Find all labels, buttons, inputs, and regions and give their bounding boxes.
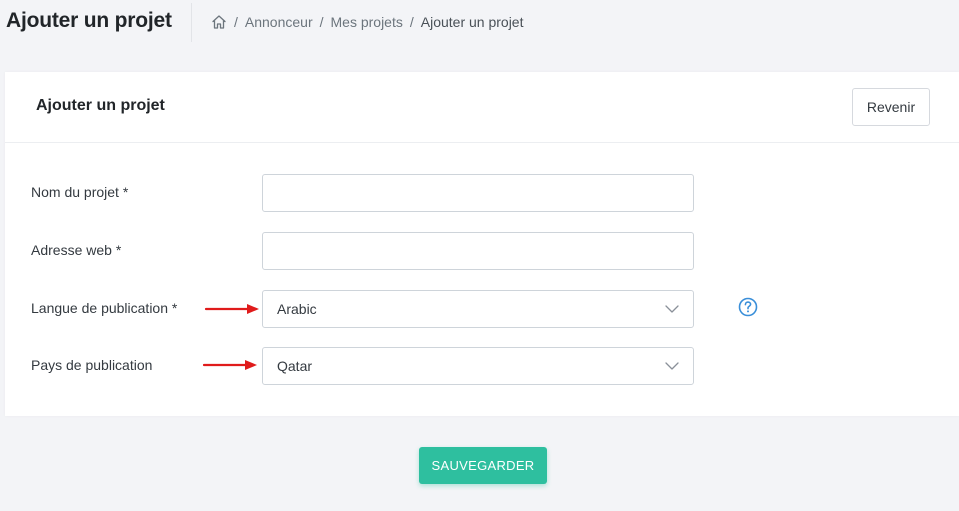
breadcrumb-separator: /: [234, 14, 238, 30]
home-icon[interactable]: [211, 14, 227, 30]
country-select-value: Qatar: [277, 358, 313, 374]
project-name-input[interactable]: [262, 174, 694, 212]
breadcrumb: / Annonceur / Mes projets / Ajouter un p…: [211, 14, 523, 30]
project-name-label: Nom du projet *: [31, 184, 129, 200]
website-label: Adresse web *: [31, 242, 122, 258]
card-title: Ajouter un projet: [36, 97, 165, 114]
card-header: Ajouter un projet Revenir: [5, 72, 959, 143]
breadcrumb-item-annonceur[interactable]: Annonceur: [245, 14, 313, 30]
chevron-down-icon: [665, 305, 679, 313]
breadcrumb-item-current: Ajouter un projet: [420, 14, 524, 30]
top-bar: Ajouter un projet / Annonceur / Mes proj…: [0, 0, 959, 46]
back-button[interactable]: Revenir: [852, 88, 930, 126]
question-circle-icon[interactable]: [738, 297, 758, 317]
arrow-annotation-icon: [204, 304, 259, 314]
country-label: Pays de publication: [31, 357, 153, 373]
breadcrumb-separator: /: [409, 14, 414, 30]
breadcrumb-separator: /: [319, 14, 324, 30]
language-select[interactable]: Arabic: [262, 290, 694, 328]
country-select[interactable]: Qatar: [262, 347, 694, 385]
breadcrumb-item-mes-projets[interactable]: Mes projets: [331, 14, 403, 30]
save-button[interactable]: SAUVEGARDER: [419, 447, 547, 484]
chevron-down-icon: [665, 362, 679, 370]
website-input[interactable]: [262, 232, 694, 270]
language-label: Langue de publication *: [31, 300, 178, 316]
title-divider: [191, 3, 192, 42]
language-select-value: Arabic: [277, 301, 317, 317]
page-title: Ajouter un projet: [6, 9, 172, 32]
arrow-annotation-icon: [202, 360, 257, 370]
